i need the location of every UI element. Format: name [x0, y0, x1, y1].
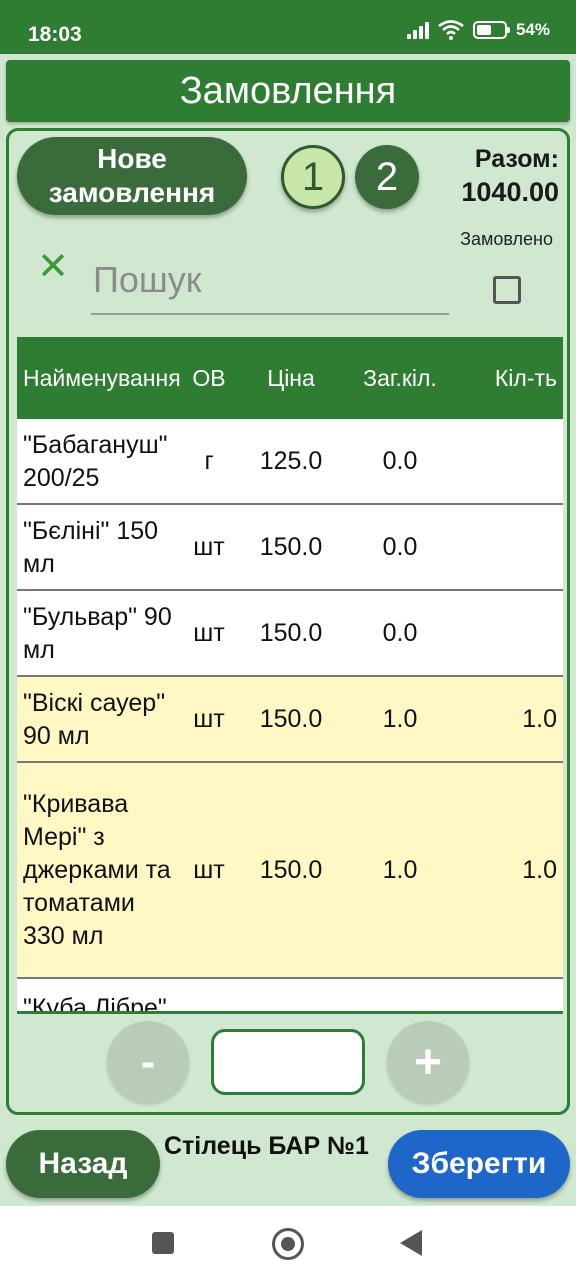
cell-price: 150.0	[259, 532, 323, 561]
wifi-icon	[438, 20, 464, 40]
ordered-filter-label: Замовлено	[460, 229, 553, 249]
ordered-filter-checkbox[interactable]	[493, 276, 521, 304]
cell-total-qty: 0.0	[382, 618, 418, 647]
cell-name: "Бульвар" 90 мл	[23, 602, 172, 664]
save-button[interactable]: Зберегти	[388, 1130, 570, 1198]
cell-name: "Бєліні" 150 мл	[23, 516, 159, 578]
system-nav-bar	[0, 1206, 576, 1280]
table-row[interactable]: "Віскі сауер" 90 мл шт 150.0 1.0 1.0	[17, 677, 563, 763]
cell-name: "Бабагануш" 200/25	[23, 430, 168, 492]
cell-price: 150.0	[259, 855, 323, 884]
table-row[interactable]: "Бєліні" 150 мл шт 150.0 0.0	[17, 505, 563, 591]
total-label: Разом:	[474, 145, 559, 173]
cell-price: 125.0	[259, 446, 323, 475]
status-icons: 54%	[406, 20, 550, 40]
cell-qty: 1.0	[522, 704, 557, 733]
total-value: 1040.00	[461, 177, 559, 207]
table-bottom-divider	[17, 1011, 563, 1014]
cell-name: "Куба Лібре"	[23, 994, 167, 1011]
table-row[interactable]: "Кривава Мері" з джерками та томатами 33…	[17, 763, 563, 979]
products-table[interactable]: Найменування ОВ Ціна Заг.кіл. Кіл-ть "Ба…	[17, 337, 563, 1011]
cell-total-qty: 1.0	[382, 704, 418, 733]
cell-total-qty: 0.0	[382, 532, 418, 561]
quantity-input[interactable]	[211, 1029, 365, 1095]
table-label: Стілець БАР №1	[164, 1132, 369, 1160]
status-time: 18:03	[28, 23, 82, 46]
recents-icon[interactable]	[152, 1232, 174, 1254]
signal-icon	[406, 21, 429, 39]
table-row[interactable]: "Бульвар" 90 мл шт 150.0 0.0	[17, 591, 563, 677]
order-tab-1[interactable]: 1	[281, 145, 345, 209]
cell-unit: шт	[193, 618, 225, 647]
decrease-button[interactable]: -	[107, 1021, 189, 1103]
increase-button[interactable]: +	[387, 1021, 469, 1103]
cell-unit: шт	[193, 532, 225, 561]
cell-name: "Віскі сауер" 90 мл	[23, 688, 166, 750]
column-header-total-qty[interactable]: Заг.кіл.	[345, 365, 455, 392]
battery-percent: 54%	[515, 20, 550, 39]
battery-icon	[472, 21, 510, 39]
back-button[interactable]: Назад	[6, 1130, 160, 1198]
table-row[interactable]: "Куба Лібре"	[17, 979, 563, 1011]
cell-price: 150.0	[259, 704, 323, 733]
status-bar: 18:03 54%	[0, 0, 576, 54]
cell-unit: шт	[193, 855, 225, 884]
table-header: Найменування ОВ Ціна Заг.кіл. Кіл-ть	[17, 337, 563, 419]
close-icon[interactable]: ✕	[35, 248, 71, 286]
table-row[interactable]: "Бабагануш" 200/25 г 125.0 0.0	[17, 419, 563, 505]
back-nav-icon[interactable]	[400, 1230, 422, 1256]
cell-unit: шт	[193, 704, 225, 733]
column-header-price[interactable]: Ціна	[237, 365, 345, 392]
page-title: Замовлення	[6, 60, 570, 122]
cell-price: 150.0	[259, 618, 323, 647]
column-header-qty[interactable]: Кіл-ть	[455, 365, 563, 392]
cell-total-qty: 0.0	[382, 446, 418, 475]
new-order-button[interactable]: Нове замовлення	[17, 137, 247, 215]
order-panel: Нове замовлення 1 2 Разом: 1040.00 Замов…	[6, 128, 570, 1115]
cell-unit: г	[204, 446, 214, 475]
battery-level	[476, 25, 491, 35]
home-icon[interactable]	[272, 1228, 304, 1260]
search-input[interactable]: Пошук	[91, 247, 449, 315]
column-header-unit[interactable]: ОВ	[181, 365, 237, 392]
column-header-name[interactable]: Найменування	[17, 364, 181, 393]
cell-total-qty: 1.0	[382, 855, 418, 884]
cell-qty: 1.0	[522, 855, 557, 884]
cell-name: "Кривава Мері" з джерками та томатами 33…	[23, 790, 171, 950]
order-tab-2[interactable]: 2	[355, 145, 419, 209]
bottom-bar: Назад Стілець БАР №1 Зберегти	[0, 1120, 576, 1206]
